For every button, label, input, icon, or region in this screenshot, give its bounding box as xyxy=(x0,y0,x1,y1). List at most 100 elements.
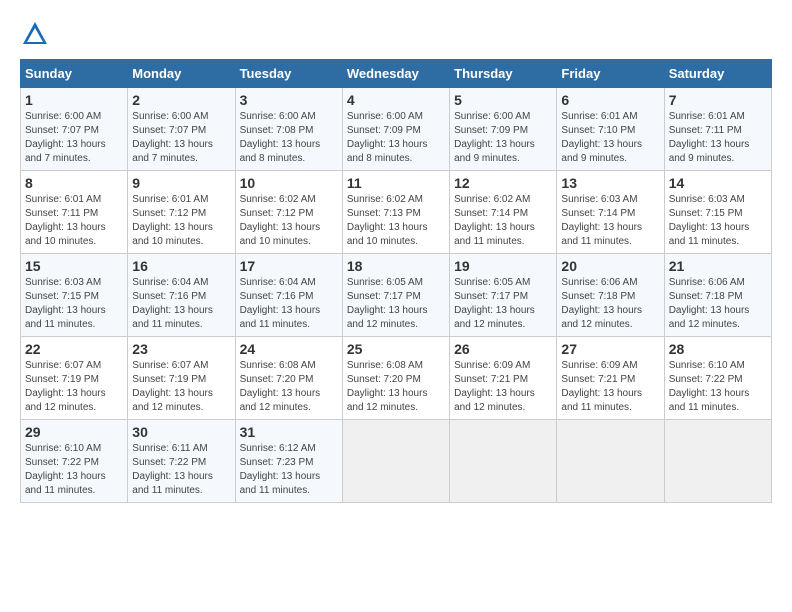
day-info: Sunrise: 6:09 AM Sunset: 7:21 PM Dayligh… xyxy=(454,359,552,415)
weekday-header-monday: Monday xyxy=(128,60,235,88)
day-number: 11 xyxy=(347,175,445,191)
day-info: Sunrise: 6:08 AM Sunset: 7:20 PM Dayligh… xyxy=(240,359,338,415)
day-info: Sunrise: 6:03 AM Sunset: 7:15 PM Dayligh… xyxy=(669,193,767,249)
calendar-cell: 2 Sunrise: 6:00 AM Sunset: 7:07 PM Dayli… xyxy=(128,88,235,171)
day-info: Sunrise: 6:09 AM Sunset: 7:21 PM Dayligh… xyxy=(561,359,659,415)
calendar-cell xyxy=(342,420,449,503)
day-number: 7 xyxy=(669,92,767,108)
calendar-cell: 6 Sunrise: 6:01 AM Sunset: 7:10 PM Dayli… xyxy=(557,88,664,171)
day-info: Sunrise: 6:03 AM Sunset: 7:15 PM Dayligh… xyxy=(25,276,123,332)
day-info: Sunrise: 6:02 AM Sunset: 7:12 PM Dayligh… xyxy=(240,193,338,249)
day-info: Sunrise: 6:11 AM Sunset: 7:22 PM Dayligh… xyxy=(132,442,230,498)
day-number: 24 xyxy=(240,341,338,357)
day-info: Sunrise: 6:00 AM Sunset: 7:09 PM Dayligh… xyxy=(454,110,552,166)
day-info: Sunrise: 6:02 AM Sunset: 7:13 PM Dayligh… xyxy=(347,193,445,249)
calendar-cell xyxy=(450,420,557,503)
day-info: Sunrise: 6:06 AM Sunset: 7:18 PM Dayligh… xyxy=(561,276,659,332)
day-number: 18 xyxy=(347,258,445,274)
day-info: Sunrise: 6:06 AM Sunset: 7:18 PM Dayligh… xyxy=(669,276,767,332)
day-number: 4 xyxy=(347,92,445,108)
weekday-header-saturday: Saturday xyxy=(664,60,771,88)
calendar-cell: 28 Sunrise: 6:10 AM Sunset: 7:22 PM Dayl… xyxy=(664,337,771,420)
calendar-cell: 22 Sunrise: 6:07 AM Sunset: 7:19 PM Dayl… xyxy=(21,337,128,420)
day-number: 23 xyxy=(132,341,230,357)
day-number: 9 xyxy=(132,175,230,191)
day-info: Sunrise: 6:02 AM Sunset: 7:14 PM Dayligh… xyxy=(454,193,552,249)
day-number: 20 xyxy=(561,258,659,274)
weekday-header-sunday: Sunday xyxy=(21,60,128,88)
calendar-cell: 25 Sunrise: 6:08 AM Sunset: 7:20 PM Dayl… xyxy=(342,337,449,420)
calendar-cell: 8 Sunrise: 6:01 AM Sunset: 7:11 PM Dayli… xyxy=(21,171,128,254)
day-number: 19 xyxy=(454,258,552,274)
weekday-header-friday: Friday xyxy=(557,60,664,88)
day-number: 30 xyxy=(132,424,230,440)
weekday-header-thursday: Thursday xyxy=(450,60,557,88)
day-number: 22 xyxy=(25,341,123,357)
day-number: 15 xyxy=(25,258,123,274)
calendar-cell: 9 Sunrise: 6:01 AM Sunset: 7:12 PM Dayli… xyxy=(128,171,235,254)
header xyxy=(20,20,772,49)
day-info: Sunrise: 6:01 AM Sunset: 7:11 PM Dayligh… xyxy=(25,193,123,249)
day-info: Sunrise: 6:01 AM Sunset: 7:12 PM Dayligh… xyxy=(132,193,230,249)
day-info: Sunrise: 6:04 AM Sunset: 7:16 PM Dayligh… xyxy=(240,276,338,332)
day-number: 6 xyxy=(561,92,659,108)
calendar-cell: 4 Sunrise: 6:00 AM Sunset: 7:09 PM Dayli… xyxy=(342,88,449,171)
weekday-header-wednesday: Wednesday xyxy=(342,60,449,88)
logo xyxy=(20,20,50,49)
day-number: 2 xyxy=(132,92,230,108)
calendar-cell: 7 Sunrise: 6:01 AM Sunset: 7:11 PM Dayli… xyxy=(664,88,771,171)
day-number: 5 xyxy=(454,92,552,108)
day-info: Sunrise: 6:00 AM Sunset: 7:07 PM Dayligh… xyxy=(25,110,123,166)
day-number: 12 xyxy=(454,175,552,191)
day-info: Sunrise: 6:10 AM Sunset: 7:22 PM Dayligh… xyxy=(669,359,767,415)
calendar-cell: 17 Sunrise: 6:04 AM Sunset: 7:16 PM Dayl… xyxy=(235,254,342,337)
day-info: Sunrise: 6:07 AM Sunset: 7:19 PM Dayligh… xyxy=(132,359,230,415)
day-info: Sunrise: 6:01 AM Sunset: 7:10 PM Dayligh… xyxy=(561,110,659,166)
calendar-cell: 18 Sunrise: 6:05 AM Sunset: 7:17 PM Dayl… xyxy=(342,254,449,337)
day-number: 13 xyxy=(561,175,659,191)
day-number: 28 xyxy=(669,341,767,357)
calendar-cell: 11 Sunrise: 6:02 AM Sunset: 7:13 PM Dayl… xyxy=(342,171,449,254)
day-info: Sunrise: 6:04 AM Sunset: 7:16 PM Dayligh… xyxy=(132,276,230,332)
day-info: Sunrise: 6:05 AM Sunset: 7:17 PM Dayligh… xyxy=(454,276,552,332)
day-number: 14 xyxy=(669,175,767,191)
day-number: 25 xyxy=(347,341,445,357)
day-info: Sunrise: 6:12 AM Sunset: 7:23 PM Dayligh… xyxy=(240,442,338,498)
calendar-cell: 24 Sunrise: 6:08 AM Sunset: 7:20 PM Dayl… xyxy=(235,337,342,420)
logo-icon xyxy=(21,20,49,53)
calendar-cell: 19 Sunrise: 6:05 AM Sunset: 7:17 PM Dayl… xyxy=(450,254,557,337)
calendar-cell: 1 Sunrise: 6:00 AM Sunset: 7:07 PM Dayli… xyxy=(21,88,128,171)
calendar-cell: 23 Sunrise: 6:07 AM Sunset: 7:19 PM Dayl… xyxy=(128,337,235,420)
calendar-cell: 12 Sunrise: 6:02 AM Sunset: 7:14 PM Dayl… xyxy=(450,171,557,254)
calendar-cell: 16 Sunrise: 6:04 AM Sunset: 7:16 PM Dayl… xyxy=(128,254,235,337)
day-info: Sunrise: 6:01 AM Sunset: 7:11 PM Dayligh… xyxy=(669,110,767,166)
day-info: Sunrise: 6:03 AM Sunset: 7:14 PM Dayligh… xyxy=(561,193,659,249)
day-number: 10 xyxy=(240,175,338,191)
day-number: 3 xyxy=(240,92,338,108)
day-info: Sunrise: 6:00 AM Sunset: 7:09 PM Dayligh… xyxy=(347,110,445,166)
day-number: 29 xyxy=(25,424,123,440)
calendar-cell: 26 Sunrise: 6:09 AM Sunset: 7:21 PM Dayl… xyxy=(450,337,557,420)
day-info: Sunrise: 6:08 AM Sunset: 7:20 PM Dayligh… xyxy=(347,359,445,415)
calendar-cell: 15 Sunrise: 6:03 AM Sunset: 7:15 PM Dayl… xyxy=(21,254,128,337)
calendar-cell: 10 Sunrise: 6:02 AM Sunset: 7:12 PM Dayl… xyxy=(235,171,342,254)
calendar-cell: 30 Sunrise: 6:11 AM Sunset: 7:22 PM Dayl… xyxy=(128,420,235,503)
day-number: 1 xyxy=(25,92,123,108)
calendar-cell: 20 Sunrise: 6:06 AM Sunset: 7:18 PM Dayl… xyxy=(557,254,664,337)
day-info: Sunrise: 6:07 AM Sunset: 7:19 PM Dayligh… xyxy=(25,359,123,415)
day-number: 21 xyxy=(669,258,767,274)
day-number: 8 xyxy=(25,175,123,191)
day-info: Sunrise: 6:05 AM Sunset: 7:17 PM Dayligh… xyxy=(347,276,445,332)
day-number: 26 xyxy=(454,341,552,357)
calendar-cell xyxy=(557,420,664,503)
day-number: 27 xyxy=(561,341,659,357)
day-info: Sunrise: 6:00 AM Sunset: 7:07 PM Dayligh… xyxy=(132,110,230,166)
day-info: Sunrise: 6:00 AM Sunset: 7:08 PM Dayligh… xyxy=(240,110,338,166)
calendar-cell: 13 Sunrise: 6:03 AM Sunset: 7:14 PM Dayl… xyxy=(557,171,664,254)
calendar-cell: 29 Sunrise: 6:10 AM Sunset: 7:22 PM Dayl… xyxy=(21,420,128,503)
calendar-cell: 21 Sunrise: 6:06 AM Sunset: 7:18 PM Dayl… xyxy=(664,254,771,337)
day-number: 17 xyxy=(240,258,338,274)
calendar-cell: 5 Sunrise: 6:00 AM Sunset: 7:09 PM Dayli… xyxy=(450,88,557,171)
calendar-table: SundayMondayTuesdayWednesdayThursdayFrid… xyxy=(20,59,772,503)
calendar-cell xyxy=(664,420,771,503)
